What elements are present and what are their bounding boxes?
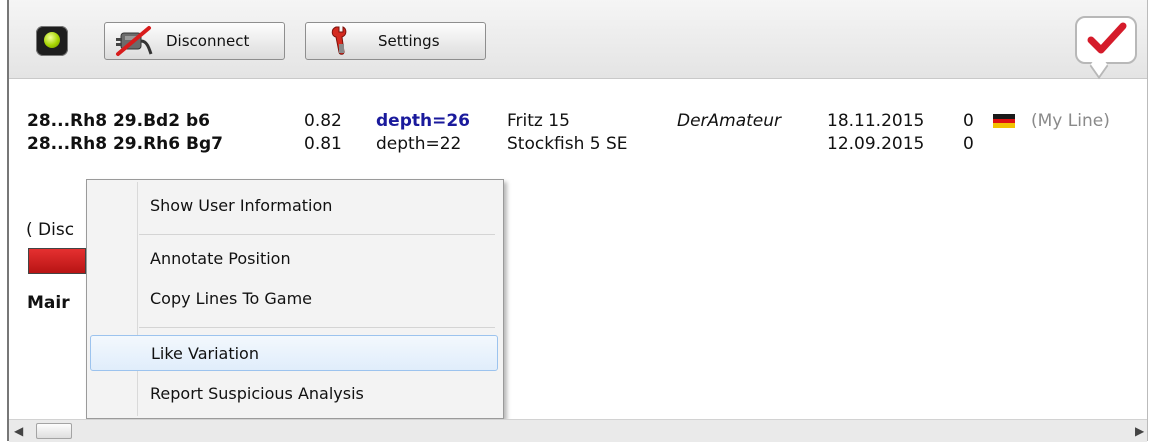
toolbar: Disconnect Settings bbox=[9, 0, 1147, 79]
wrench-icon bbox=[331, 26, 347, 55]
menu-item-label: Copy Lines To Game bbox=[150, 289, 312, 308]
disconnect-label: Disconnect bbox=[166, 32, 250, 50]
line-note: (My Line) bbox=[1031, 111, 1110, 131]
menu-item-label: Report Suspicious Analysis bbox=[150, 384, 364, 403]
line-depth: depth=22 bbox=[376, 134, 462, 154]
main-line-label: Mair bbox=[27, 293, 70, 313]
line-score: 0.82 bbox=[304, 111, 342, 131]
menu-item-copy-lines-to-game[interactable]: Copy Lines To Game bbox=[89, 281, 499, 317]
line-moves: 28...Rh8 29.Rh6 Bg7 bbox=[27, 134, 223, 154]
menu-item-like-variation[interactable]: Like Variation bbox=[90, 335, 498, 371]
settings-label: Settings bbox=[378, 32, 440, 50]
line-moves: 28...Rh8 29.Bd2 b6 bbox=[27, 111, 210, 131]
right-border bbox=[1147, 0, 1148, 441]
line-engine: Fritz 15 bbox=[507, 111, 570, 131]
scroll-left-arrow-icon[interactable]: ◀ bbox=[14, 424, 23, 438]
menu-item-label: Annotate Position bbox=[150, 249, 291, 268]
context-menu: Show User Information Annotate Position … bbox=[86, 179, 504, 419]
line-likes: 0 bbox=[963, 111, 974, 131]
disconnect-button[interactable]: Disconnect bbox=[104, 22, 285, 60]
menu-item-annotate-position[interactable]: Annotate Position bbox=[89, 241, 499, 277]
menu-item-show-user-information[interactable]: Show User Information bbox=[89, 188, 499, 224]
menu-separator bbox=[139, 327, 495, 328]
line-user: DerAmateur bbox=[677, 111, 782, 131]
menu-item-label: Show User Information bbox=[150, 196, 333, 215]
plug-disconnect-icon bbox=[116, 26, 153, 56]
scroll-right-arrow-icon[interactable]: ▶ bbox=[1135, 424, 1144, 438]
line-engine: Stockfish 5 SE bbox=[507, 134, 628, 154]
status-bar-red bbox=[28, 248, 86, 274]
disconnect-status-text: ( Disc bbox=[26, 220, 75, 240]
horizontal-scrollbar[interactable]: ◀ ▶ bbox=[9, 419, 1147, 442]
menu-item-label: Like Variation bbox=[151, 344, 259, 363]
line-date: 18.11.2015 bbox=[827, 111, 925, 131]
green-led-icon bbox=[36, 26, 68, 56]
line-date: 12.09.2015 bbox=[827, 134, 925, 154]
menu-separator bbox=[139, 234, 495, 235]
settings-button[interactable]: Settings bbox=[305, 22, 486, 60]
checkmark-speech-bubble-icon bbox=[1087, 22, 1127, 54]
germany-flag-icon bbox=[993, 114, 1015, 128]
scrollbar-thumb[interactable] bbox=[36, 423, 72, 439]
line-likes: 0 bbox=[963, 134, 974, 154]
line-score: 0.81 bbox=[304, 134, 342, 154]
menu-item-report-suspicious-analysis[interactable]: Report Suspicious Analysis bbox=[89, 376, 499, 412]
line-depth: depth=26 bbox=[376, 111, 470, 131]
like-button[interactable] bbox=[1075, 16, 1137, 64]
